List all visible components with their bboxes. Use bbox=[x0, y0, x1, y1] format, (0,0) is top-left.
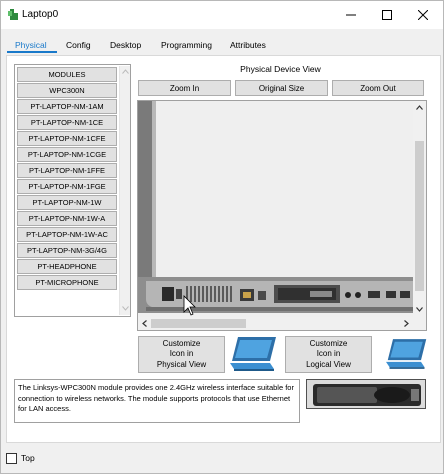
module-description: The Linksys-WPC300N module provides one … bbox=[14, 379, 300, 423]
laptop-side-illustration bbox=[138, 101, 413, 317]
scroll-up-icon[interactable] bbox=[120, 66, 131, 77]
laptop-icon bbox=[230, 337, 276, 371]
module-item[interactable]: PT-LAPTOP-NM-1W-A bbox=[17, 211, 117, 226]
scroll-up-icon[interactable] bbox=[414, 102, 425, 113]
maximize-icon bbox=[382, 10, 392, 20]
tab-bar: Physical Config Desktop Programming Attr… bbox=[1, 29, 443, 56]
scroll-down-icon[interactable] bbox=[120, 303, 131, 314]
device-view-horizontal-scrollbar[interactable] bbox=[138, 317, 413, 330]
module-item[interactable]: PT-LAPTOP-NM-1W-AC bbox=[17, 227, 117, 242]
module-item[interactable]: PT-LAPTOP-NM-1CE bbox=[17, 115, 117, 130]
maximize-button[interactable] bbox=[369, 1, 405, 29]
laptop-icon bbox=[386, 339, 427, 369]
customize-physical-icon-button[interactable]: Customize Icon in Physical View bbox=[138, 336, 225, 373]
customize-logical-icon-button[interactable]: Customize Icon in Logical View bbox=[285, 336, 372, 373]
modules-list: MODULES WPC300N PT-LAPTOP-NM-1AM PT-LAPT… bbox=[14, 64, 131, 317]
module-item[interactable]: PT-LAPTOP-NM-1FGE bbox=[17, 179, 117, 194]
close-icon bbox=[418, 10, 428, 20]
scroll-corner bbox=[413, 317, 426, 330]
minimize-button[interactable] bbox=[333, 1, 369, 29]
scroll-right-icon[interactable] bbox=[401, 318, 412, 329]
modules-header: MODULES bbox=[17, 67, 117, 82]
original-size-button[interactable]: Original Size bbox=[235, 80, 328, 96]
module-item[interactable]: WPC300N bbox=[17, 83, 117, 98]
scroll-down-icon[interactable] bbox=[414, 304, 425, 315]
module-item[interactable]: PT-LAPTOP-NM-1FFE bbox=[17, 163, 117, 178]
zoom-in-button[interactable]: Zoom In bbox=[138, 80, 231, 96]
top-checkbox[interactable] bbox=[6, 453, 17, 464]
module-preview-image bbox=[306, 379, 426, 409]
module-item[interactable]: PT-LAPTOP-NM-1CGE bbox=[17, 147, 117, 162]
physical-view-title: Physical Device View bbox=[240, 64, 321, 74]
tab-attributes[interactable]: Attributes bbox=[230, 40, 266, 55]
window-title: Laptop0 bbox=[22, 9, 59, 20]
module-item[interactable]: PT-LAPTOP-NM-1W bbox=[17, 195, 117, 210]
module-item[interactable]: PT-LAPTOP-NM-1AM bbox=[17, 99, 117, 114]
module-item[interactable]: PT-LAPTOP-NM-1CFE bbox=[17, 131, 117, 146]
module-item[interactable]: PT-MICROPHONE bbox=[17, 275, 117, 290]
zoom-out-button[interactable]: Zoom Out bbox=[332, 80, 424, 96]
laptop-physical-image[interactable] bbox=[138, 101, 413, 317]
top-checkbox-label: Top bbox=[21, 453, 35, 463]
horizontal-scroll-thumb[interactable] bbox=[151, 319, 246, 328]
wireless-card-image bbox=[307, 380, 425, 408]
tab-programming[interactable]: Programming bbox=[161, 40, 212, 55]
active-tab-indicator bbox=[7, 51, 57, 53]
title-bar: Laptop0 bbox=[1, 1, 443, 29]
tab-config[interactable]: Config bbox=[66, 40, 91, 55]
scroll-left-icon[interactable] bbox=[139, 318, 150, 329]
tab-desktop[interactable]: Desktop bbox=[110, 40, 141, 55]
module-item[interactable]: PT-LAPTOP-NM-3G/4G bbox=[17, 243, 117, 258]
packet-tracer-app-icon bbox=[8, 9, 18, 20]
modules-scrollbar[interactable] bbox=[119, 66, 130, 315]
physical-device-view[interactable] bbox=[137, 100, 427, 331]
module-item[interactable]: PT-HEADPHONE bbox=[17, 259, 117, 274]
minimize-icon bbox=[346, 14, 356, 16]
close-button[interactable] bbox=[405, 1, 441, 29]
device-view-vertical-scrollbar[interactable] bbox=[413, 101, 426, 317]
vertical-scroll-thumb[interactable] bbox=[415, 141, 424, 291]
device-window: Laptop0 Physical Config Desktop Programm… bbox=[0, 0, 444, 474]
